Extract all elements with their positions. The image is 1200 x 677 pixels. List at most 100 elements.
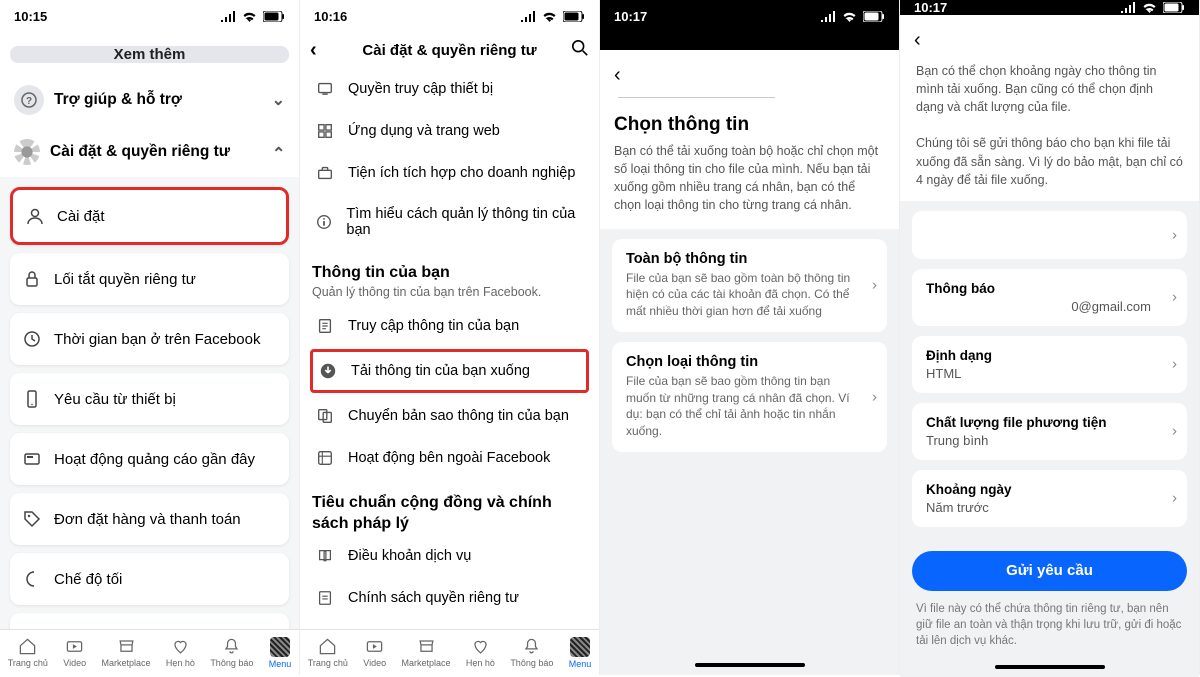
row-business-integrations[interactable]: Tiện ích tích hợp cho doanh nghiệp — [312, 152, 587, 194]
bottom-nav: Trang chủ Video Marketplace Hẹn hò Thông… — [300, 629, 599, 675]
signal-icon — [820, 11, 836, 22]
signal-icon — [520, 11, 536, 22]
menu-item-app-language[interactable]: Ngôn ngữ ứng dụng — [10, 613, 289, 629]
help-support-row[interactable]: ? Trợ giúp & hỗ trợ ⌄ — [10, 73, 289, 127]
row-cookie-policy[interactable]: Chính sách cookie — [312, 619, 587, 629]
page-body: ‹ Chọn thông tin Bạn có thể tải xuống to… — [600, 50, 899, 675]
ad-icon — [22, 449, 42, 469]
setting-format[interactable]: Định dạng HTML › — [912, 336, 1187, 393]
menu-item-settings[interactable]: Cài đặt — [10, 187, 289, 245]
row-learn-manage-info[interactable]: Tìm hiểu cách quản lý thông tin của bạn — [312, 194, 587, 250]
search-icon[interactable] — [571, 39, 589, 61]
row-terms[interactable]: Điều khoản dịch vụ — [312, 535, 587, 577]
menu-item-orders-payments[interactable]: Đơn đặt hàng và thanh toán — [10, 493, 289, 545]
nav-marketplace[interactable]: Marketplace — [102, 637, 151, 668]
option-title: Toàn bộ thông tin — [626, 251, 873, 267]
wifi-icon — [542, 11, 557, 22]
menu-label: Lối tắt quyền riêng tư — [54, 271, 196, 288]
signal-icon — [220, 11, 236, 22]
footer-note: Vì file này có thể chứa thông tin riêng … — [900, 591, 1199, 659]
panel-settings-privacy: 10:16 ‹ Cài đặt & quyền riêng tư Quyền t… — [300, 0, 600, 675]
status-bar: 10:17 — [600, 0, 899, 32]
nav-dating[interactable]: Hẹn hò — [466, 637, 495, 668]
setting-profile[interactable]: › — [912, 211, 1187, 259]
download-icon — [317, 362, 339, 380]
chevron-right-icon: › — [872, 277, 877, 294]
row-access-info[interactable]: Truy cập thông tin của bạn — [312, 305, 587, 347]
submit-request-button[interactable]: Gửi yêu cầu — [912, 551, 1187, 591]
row-download-info[interactable]: Tải thông tin của bạn xuống — [310, 349, 589, 393]
back-button[interactable]: ‹ — [914, 25, 921, 62]
menu-label: Hoạt động quảng cáo gần đây — [54, 451, 255, 468]
row-transfer-copy[interactable]: Chuyển bản sao thông tin của bạn — [312, 395, 587, 437]
home-indicator — [695, 663, 805, 667]
nav-video[interactable]: Video — [63, 637, 86, 668]
setting-notify[interactable]: Thông báo 0@gmail.com › — [912, 269, 1187, 326]
phone-icon — [22, 389, 42, 409]
settings-privacy-row[interactable]: Cài đặt & quyền riêng tư ⌄ — [10, 127, 289, 177]
page-title: Cài đặt & quyền riêng tư — [362, 42, 536, 59]
gear-icon — [14, 139, 40, 165]
option-choose-types[interactable]: Chọn loại thông tin File của bạn sẽ bao … — [612, 342, 887, 452]
nav-notifications[interactable]: Thông báo — [210, 637, 253, 668]
nav-menu[interactable]: Menu — [269, 637, 292, 669]
row-privacy-policy[interactable]: Chính sách quyền riêng tư — [312, 577, 587, 619]
nav-home[interactable]: Trang chủ — [8, 637, 48, 668]
chevron-up-icon: ⌄ — [272, 142, 285, 162]
menu-label: Thời gian bạn ở trên Facebook — [54, 331, 260, 348]
back-button[interactable]: ‹ — [310, 39, 317, 62]
row-device-access[interactable]: Quyền truy cập thiết bị — [312, 68, 587, 110]
battery-icon — [863, 11, 885, 22]
menu-item-dark-mode[interactable]: Chế độ tối — [10, 553, 289, 605]
status-icons — [218, 11, 285, 22]
lock-icon — [22, 269, 42, 289]
menu-item-time-on-facebook[interactable]: Thời gian bạn ở trên Facebook — [10, 313, 289, 365]
menu-item-recent-ad-activity[interactable]: Hoạt động quảng cáo gần đây — [10, 433, 289, 485]
grid-icon — [314, 122, 336, 140]
page-header: ‹ — [900, 15, 1199, 62]
status-icons — [518, 11, 585, 22]
nav-notifications[interactable]: Thông báo — [510, 637, 553, 668]
activity-icon — [314, 449, 336, 467]
status-bar: 10:17 — [900, 0, 1199, 15]
battery-icon — [263, 11, 285, 22]
nav-menu[interactable]: Menu — [569, 637, 592, 669]
chevron-right-icon: › — [1172, 490, 1177, 507]
section-community-title: Tiêu chuẩn cộng đồng và chính sách pháp … — [312, 493, 587, 535]
nav-marketplace[interactable]: Marketplace — [402, 637, 451, 668]
row-off-facebook-activity[interactable]: Hoạt động bên ngoài Facebook — [312, 437, 587, 479]
menu-item-privacy-shortcut[interactable]: Lối tắt quyền riêng tư — [10, 253, 289, 305]
bottom-nav: Trang chủ Video Marketplace Hẹn hò Thông… — [0, 629, 299, 675]
see-more-button[interactable]: Xem thêm — [10, 46, 289, 63]
setting-date-range[interactable]: Khoảng ngày Năm trước › — [912, 470, 1187, 527]
briefcase-icon — [314, 164, 336, 182]
section-your-info-title: Thông tin của bạn — [312, 264, 587, 282]
menu-label: Chế độ tối — [54, 571, 122, 588]
setting-media-quality[interactable]: Chất lượng file phương tiện Trung bình › — [912, 403, 1187, 460]
panel2-body: Quyền truy cập thiết bị Ứng dụng và tran… — [300, 68, 599, 629]
desc-notification: Chúng tôi sẽ gửi thông báo cho bạn khi f… — [900, 128, 1199, 200]
user-icon — [25, 206, 45, 226]
doc-icon — [314, 317, 336, 335]
row-apps-websites[interactable]: Ứng dụng và trang web — [312, 110, 587, 152]
nav-dating[interactable]: Hẹn hò — [166, 637, 195, 668]
menu-label: Cài đặt — [57, 208, 105, 225]
panel-choose-info: 10:17 ‹ Chọn thông tin Bạn có thể tải xu… — [600, 0, 900, 675]
option-desc: File của bạn sẽ bao gồm toàn bộ thông ti… — [626, 270, 873, 320]
option-desc: File của bạn sẽ bao gồm thông tin bạn mu… — [626, 373, 873, 440]
section-your-info-sub: Quản lý thông tin của bạn trên Facebook. — [312, 285, 587, 299]
divider — [618, 97, 775, 98]
chevron-down-icon: ⌄ — [272, 90, 285, 110]
back-button[interactable]: ‹ — [614, 60, 621, 97]
question-icon: ? — [14, 85, 44, 115]
option-title: Chọn loại thông tin — [626, 354, 873, 370]
settings-label: Cài đặt & quyền riêng tư — [50, 143, 230, 161]
option-all-info[interactable]: Toàn bộ thông tin File của bạn sẽ bao gồ… — [612, 239, 887, 332]
menu-item-device-requests[interactable]: Yêu cầu từ thiết bị — [10, 373, 289, 425]
book-icon — [314, 547, 336, 565]
nav-video[interactable]: Video — [363, 637, 386, 668]
panel-download-options: 10:17 ‹ Bạn có thể chọn khoảng ngày cho … — [900, 0, 1200, 675]
signal-icon — [1120, 2, 1136, 13]
wifi-icon — [1142, 2, 1157, 13]
nav-home[interactable]: Trang chủ — [308, 637, 348, 668]
